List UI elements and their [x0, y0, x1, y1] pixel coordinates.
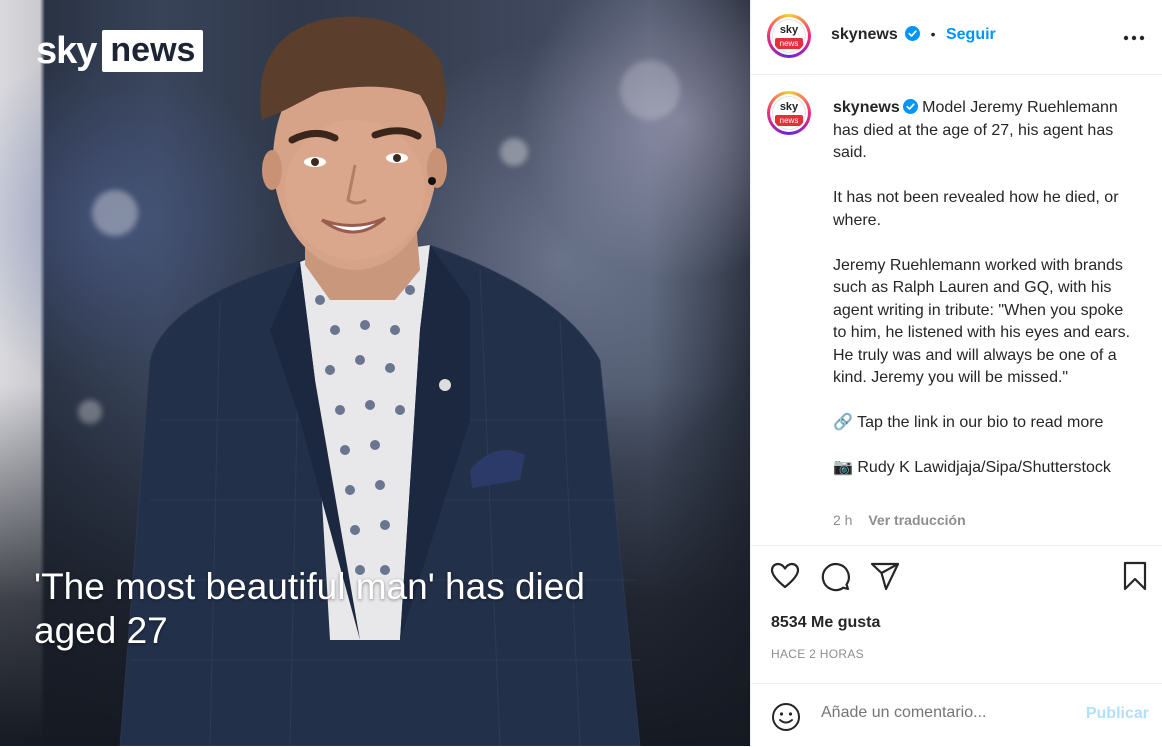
caption-paragraph: Jeremy Ruehlemann worked with brands suc…: [833, 256, 1131, 387]
media-headline: 'The most beautiful man' has died aged 2…: [34, 566, 585, 651]
caption-paragraph: It has not been revealed how he died, or…: [833, 189, 1119, 229]
translate-link[interactable]: Ver traducción: [868, 512, 965, 528]
likes-count[interactable]: 8534 Me gusta: [771, 614, 880, 632]
more-horizontal-icon[interactable]: [1123, 24, 1145, 47]
verified-badge-icon: [902, 99, 918, 114]
post-caption: skynews Model Jeremy Ruehlemann has died…: [833, 97, 1139, 502]
comment-input[interactable]: [821, 704, 1071, 722]
caption-username[interactable]: skynews: [833, 99, 900, 116]
post-header: sky news skynews • Seguir: [751, 0, 1162, 75]
bookmark-icon[interactable]: [1119, 560, 1151, 592]
caption-section: sky news skynews Model Jeremy Ruehlemann…: [751, 75, 1162, 546]
comment-box: Publicar: [751, 683, 1162, 747]
post-side-panel: sky news skynews • Seguir sky news skyne…: [750, 0, 1162, 746]
avatar[interactable]: sky news: [767, 14, 811, 58]
logo-sky-text: sky: [36, 30, 97, 72]
follow-button[interactable]: Seguir: [946, 26, 996, 43]
caption-time: 2 h: [833, 512, 853, 528]
caption-avatar[interactable]: sky news: [767, 91, 811, 135]
logo-news-text: news: [102, 30, 204, 72]
action-bar: [751, 556, 1162, 600]
verified-badge-icon: [905, 26, 921, 41]
comment-icon[interactable]: [819, 560, 851, 592]
avatar-news-text: news: [775, 38, 803, 49]
post-comment-button[interactable]: Publicar: [1086, 705, 1149, 723]
caption-paragraph: 📷 Rudy K Lawidjaja/Sipa/Shutterstock: [833, 459, 1111, 476]
avatar-sky-text: sky: [779, 24, 799, 36]
avatar-news-text: news: [775, 115, 803, 126]
separator-dot: •: [930, 26, 936, 42]
caption-paragraph: 🔗 Tap the link in our bio to read more: [833, 414, 1104, 431]
share-icon[interactable]: [869, 560, 901, 592]
header-username[interactable]: skynews: [831, 26, 898, 43]
caption-meta: 2 h Ver traducción: [833, 512, 966, 528]
post-media[interactable]: sky news 'The most beautiful man' has di…: [0, 0, 750, 746]
sky-news-logo: sky news: [36, 30, 204, 72]
header-user-line: skynews • Seguir: [831, 26, 996, 44]
avatar-sky-text: sky: [779, 101, 799, 113]
heart-icon[interactable]: [769, 560, 801, 592]
emoji-icon[interactable]: [771, 702, 801, 732]
posted-time: HACE 2 HORAS: [771, 647, 864, 661]
